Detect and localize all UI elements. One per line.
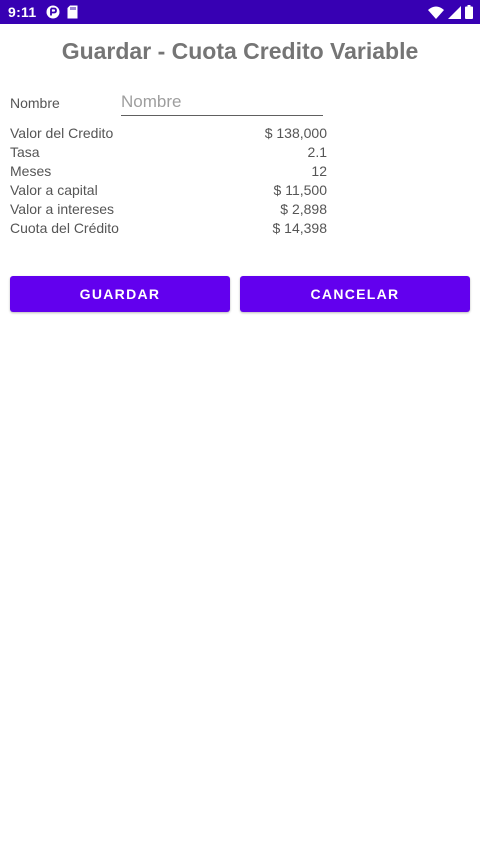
summary-value: $ 11,500	[273, 182, 327, 198]
name-input[interactable]	[121, 88, 323, 116]
summary-value: 12	[311, 163, 327, 179]
summary-value: $ 14,398	[272, 220, 328, 236]
sd-card-icon	[67, 5, 78, 19]
summary-row-installment: Cuota del Crédito $ 14,398	[10, 220, 327, 239]
save-button[interactable]: GUARDAR	[10, 276, 230, 312]
summary-row-rate: Tasa 2.1	[10, 144, 327, 163]
signal-icon	[448, 5, 461, 19]
status-time: 9:11	[8, 4, 37, 20]
summary-value: $ 2,898	[280, 201, 327, 217]
wifi-icon	[428, 6, 444, 19]
summary-label: Tasa	[10, 144, 40, 160]
summary-label: Valor a intereses	[10, 201, 115, 217]
battery-icon	[465, 5, 473, 19]
status-bar: 9:11	[0, 0, 480, 24]
notification-app-icon	[46, 5, 60, 19]
summary-label: Meses	[10, 163, 52, 179]
page-title: Guardar - Cuota Credito Variable	[61, 38, 419, 64]
name-label: Nombre	[10, 95, 60, 111]
credit-summary: Valor del Credito $ 138,000 Tasa 2.1 Mes…	[10, 125, 327, 239]
summary-row-months: Meses 12	[10, 163, 327, 182]
summary-row-credit-amount: Valor del Credito $ 138,000	[10, 125, 327, 144]
summary-row-interest: Valor a intereses $ 2,898	[10, 201, 327, 220]
status-right-icons	[428, 5, 473, 19]
summary-value: 2.1	[307, 144, 327, 160]
summary-label: Cuota del Crédito	[10, 220, 119, 236]
summary-label: Valor del Credito	[10, 125, 114, 141]
summary-row-capital: Valor a capital $ 11,500	[10, 182, 327, 201]
status-left-icons	[46, 5, 78, 19]
summary-label: Valor a capital	[10, 182, 98, 198]
summary-value: $ 138,000	[264, 125, 327, 141]
cancel-button[interactable]: CANCELAR	[240, 276, 470, 312]
